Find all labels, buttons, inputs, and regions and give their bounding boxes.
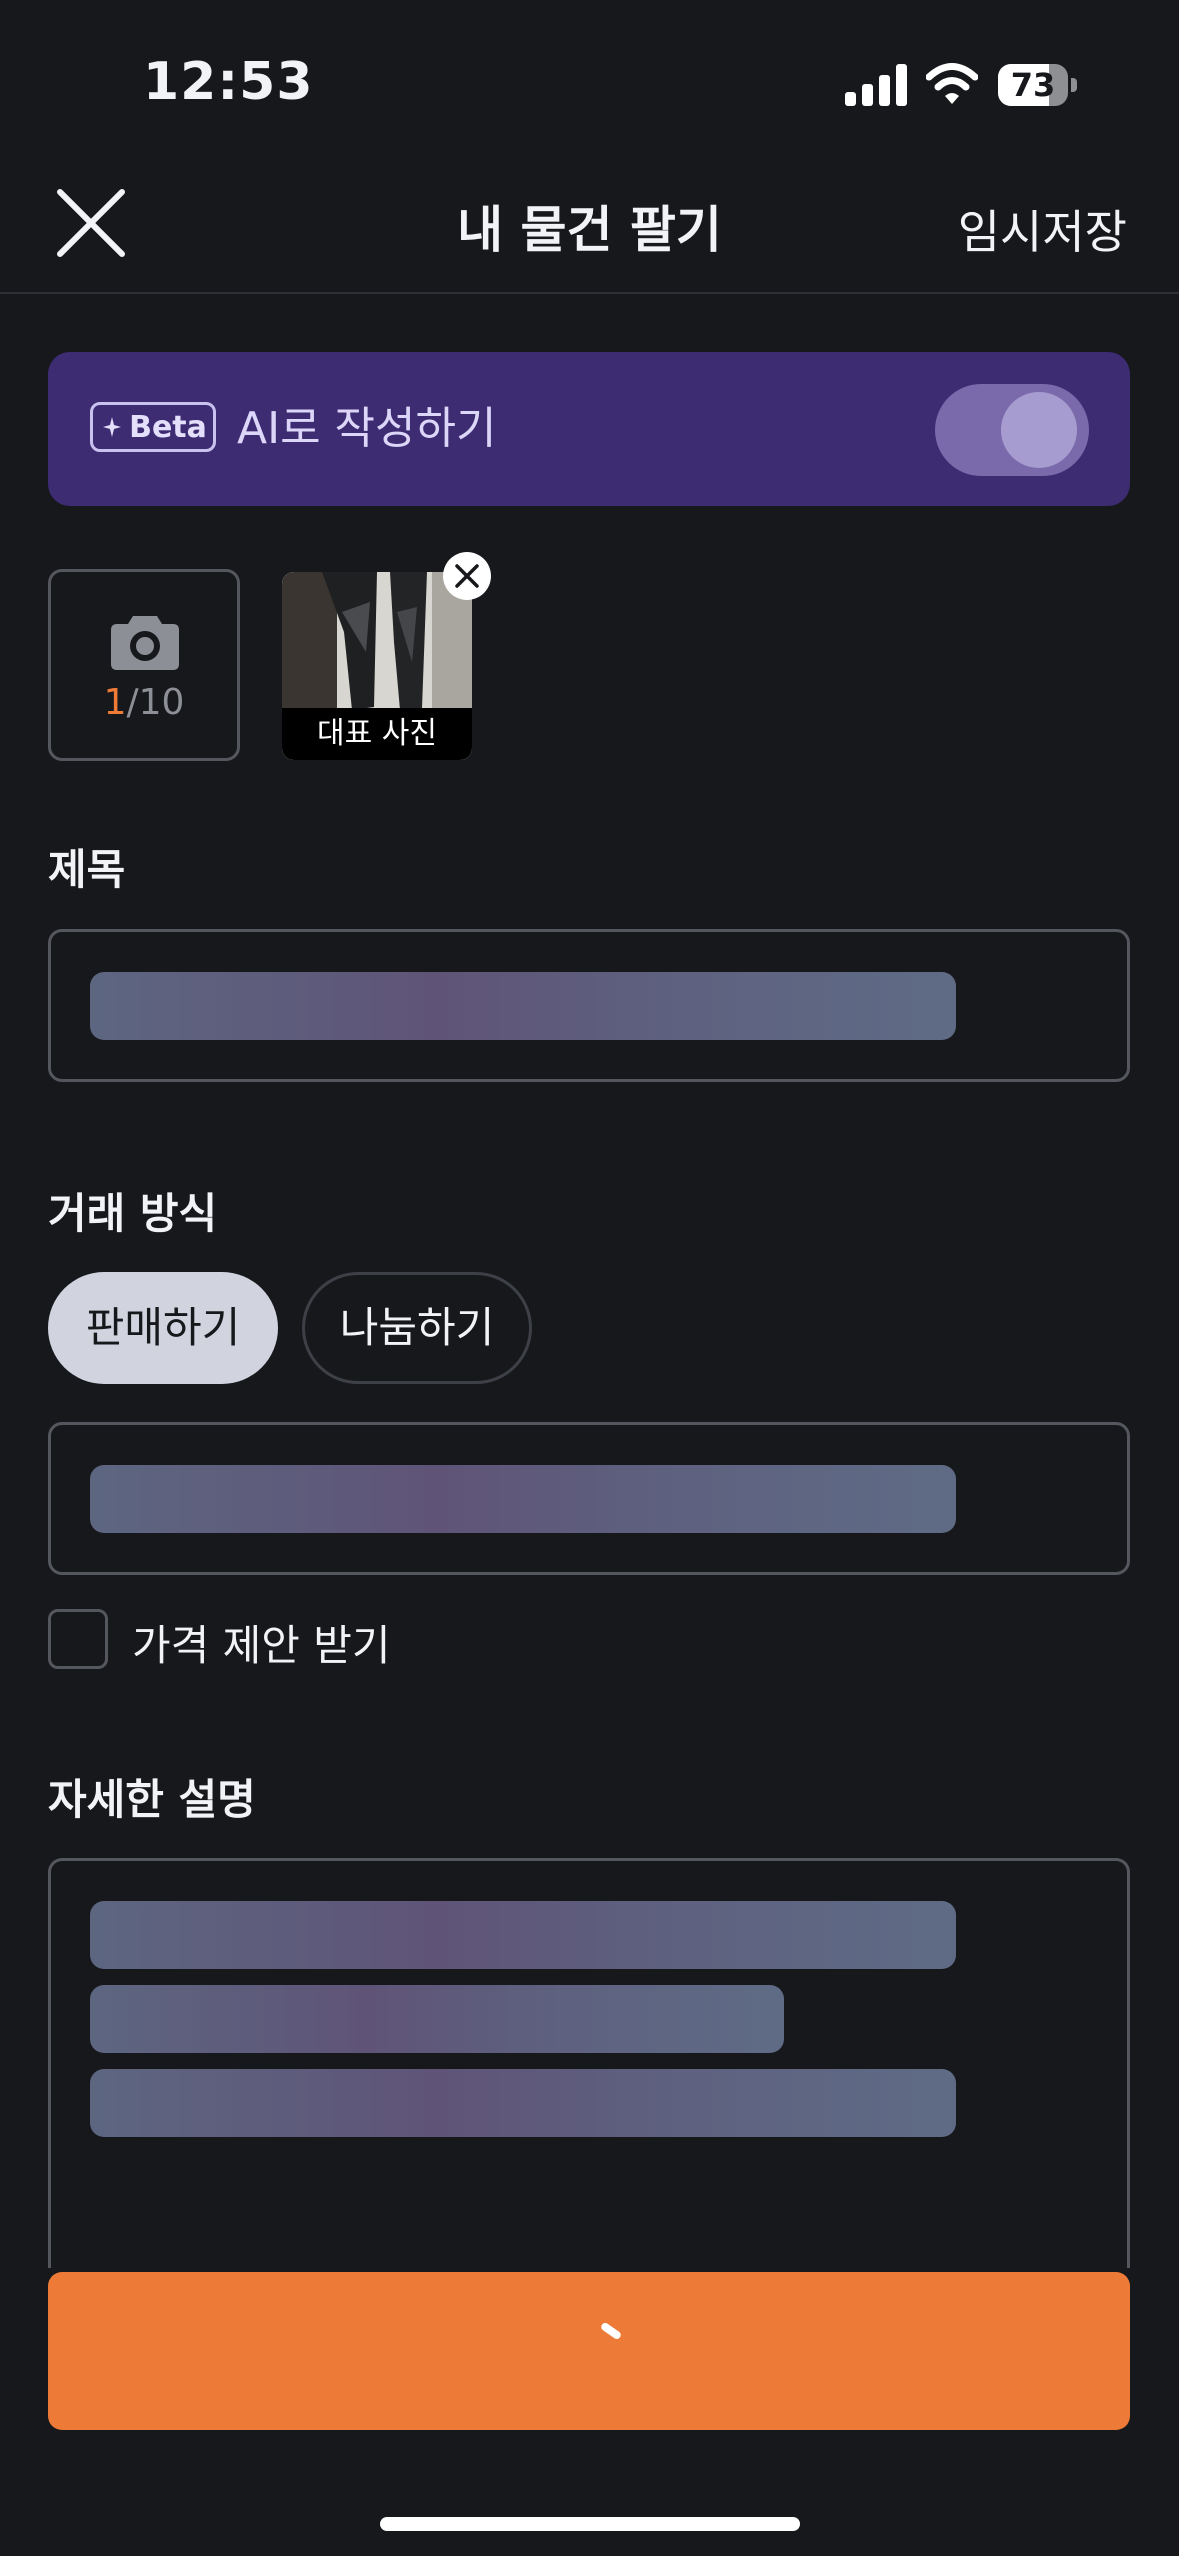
signal-icon	[845, 64, 907, 106]
submit-button[interactable]	[48, 2272, 1130, 2430]
status-time: 12:53	[143, 52, 314, 112]
description-skeleton-line	[90, 1901, 956, 1969]
sparkle-icon	[103, 417, 122, 437]
title-input[interactable]	[48, 929, 1130, 1082]
ai-write-banner: Beta AI로 작성하기	[48, 352, 1130, 506]
beta-badge: Beta	[90, 402, 216, 452]
temp-save-button[interactable]: 임시저장	[958, 196, 1127, 262]
title-section-label: 제목	[48, 845, 126, 894]
sell-option-button[interactable]: 판매하기	[48, 1272, 278, 1384]
photo-thumbnail[interactable]: 대표 사진	[282, 572, 472, 760]
photo-count: 1/10	[103, 682, 185, 723]
description-skeleton-line	[90, 2069, 956, 2137]
toggle-knob	[1001, 392, 1077, 468]
price-placeholder-skeleton	[90, 1465, 956, 1533]
price-offer-checkbox[interactable]	[48, 1609, 108, 1669]
remove-photo-icon	[455, 564, 479, 588]
share-option-button[interactable]: 나눔하기	[302, 1272, 532, 1384]
home-indicator	[380, 2517, 800, 2531]
trade-section-label: 거래 방식	[48, 1189, 218, 1238]
ai-write-label: AI로 작성하기	[237, 403, 497, 454]
description-skeleton-line	[90, 1985, 784, 2053]
add-photo-button[interactable]: 1/10	[48, 569, 240, 761]
description-section-label: 자세한 설명	[48, 1775, 256, 1824]
battery-icon: 73	[998, 64, 1078, 106]
battery-percent: 73	[1010, 66, 1056, 104]
price-input[interactable]	[48, 1422, 1130, 1575]
price-offer-label: 가격 제안 받기	[132, 1621, 391, 1670]
header-divider	[0, 292, 1179, 294]
beta-label: Beta	[129, 409, 207, 445]
wifi-icon	[925, 62, 979, 106]
title-placeholder-skeleton	[90, 972, 956, 1040]
description-input[interactable]	[48, 1858, 1130, 2268]
main-photo-caption: 대표 사진	[282, 708, 472, 760]
remove-photo-button[interactable]	[443, 552, 491, 600]
camera-icon	[111, 616, 179, 670]
ai-write-toggle[interactable]	[935, 384, 1089, 476]
